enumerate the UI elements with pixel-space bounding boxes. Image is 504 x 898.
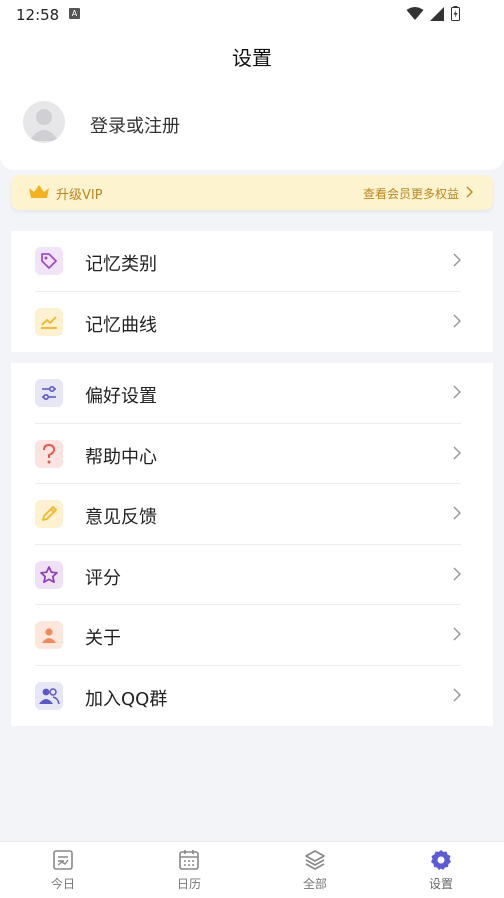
menu-item-label: 记忆类别 — [85, 254, 157, 275]
user-avatar-icon — [29, 109, 59, 141]
group-icon — [35, 681, 63, 710]
chevron-right-icon — [466, 186, 473, 198]
tag-icon — [35, 247, 63, 275]
menu-item-memory-category[interactable]: 记忆类别 — [11, 231, 493, 292]
calendar-icon — [179, 850, 199, 870]
tab-label: 设置 — [428, 877, 453, 891]
settings-group-general: 偏好设置 帮助中心 意见反馈 评分 关于 加入QQ群 — [11, 363, 493, 726]
chevron-right-icon — [453, 627, 461, 641]
menu-item-label: 意见反馈 — [85, 507, 157, 528]
menu-item-label: 评分 — [85, 567, 121, 589]
chevron-right-icon — [453, 313, 461, 328]
person-icon — [35, 621, 63, 649]
vip-more-benefits: 查看会员更多权益 — [362, 187, 459, 201]
question-icon — [35, 439, 63, 468]
menu-item-about[interactable]: 关于 — [11, 605, 493, 666]
settings-gear-icon — [431, 850, 451, 870]
settings-group-memory: 记忆类别 记忆曲线 — [11, 231, 493, 352]
tab-label: 日历 — [176, 877, 201, 891]
status-bar: 12:58 A — [0, 0, 504, 30]
avatar[interactable] — [23, 101, 65, 143]
layers-icon — [305, 850, 325, 870]
menu-item-rating[interactable]: 评分 — [11, 545, 493, 605]
chevron-right-icon — [453, 687, 461, 702]
bottom-tab-bar: 今日 日历 全部 设置 — [0, 841, 504, 898]
menu-item-label: 偏好设置 — [85, 386, 157, 407]
notification-icon: A — [69, 8, 80, 19]
sliders-icon — [35, 379, 63, 407]
chevron-right-icon — [453, 385, 461, 399]
status-time: 12:58 — [16, 6, 60, 24]
chart-icon — [35, 307, 63, 336]
chevron-right-icon — [453, 506, 461, 520]
vip-label: 升级VIP — [56, 188, 103, 203]
battery-icon — [451, 6, 460, 21]
menu-item-label: 记忆曲线 — [85, 314, 157, 336]
menu-item-label: 加入QQ群 — [85, 688, 168, 710]
menu-item-join-qq-group[interactable]: 加入QQ群 — [11, 666, 493, 727]
menu-item-label: 关于 — [85, 628, 121, 649]
tab-settings[interactable]: 设置 — [378, 842, 504, 898]
page-title: 设置 — [232, 46, 272, 70]
chevron-right-icon — [453, 566, 461, 581]
vip-banner[interactable]: 升级VIP 查看会员更多权益 — [11, 175, 493, 210]
login-register-link[interactable]: 登录或注册 — [90, 112, 180, 138]
today-icon — [53, 850, 73, 870]
signal-icon — [430, 6, 444, 21]
tab-label: 全部 — [302, 877, 327, 891]
pencil-icon — [35, 500, 63, 528]
chevron-right-icon — [453, 445, 461, 460]
chevron-right-icon — [453, 253, 461, 267]
wifi-icon — [406, 6, 424, 20]
menu-item-help-center[interactable]: 帮助中心 — [11, 424, 493, 484]
status-icons — [406, 6, 460, 21]
menu-item-label: 帮助中心 — [85, 446, 157, 468]
menu-item-preferences[interactable]: 偏好设置 — [11, 363, 493, 424]
star-icon — [35, 560, 63, 589]
crown-icon — [29, 185, 49, 198]
tab-all[interactable]: 全部 — [252, 842, 378, 898]
tab-label: 今日 — [50, 877, 75, 891]
tab-today[interactable]: 今日 — [0, 842, 126, 898]
tab-calendar[interactable]: 日历 — [126, 842, 252, 898]
menu-item-feedback[interactable]: 意见反馈 — [11, 484, 493, 545]
menu-item-memory-curve[interactable]: 记忆曲线 — [11, 292, 493, 353]
